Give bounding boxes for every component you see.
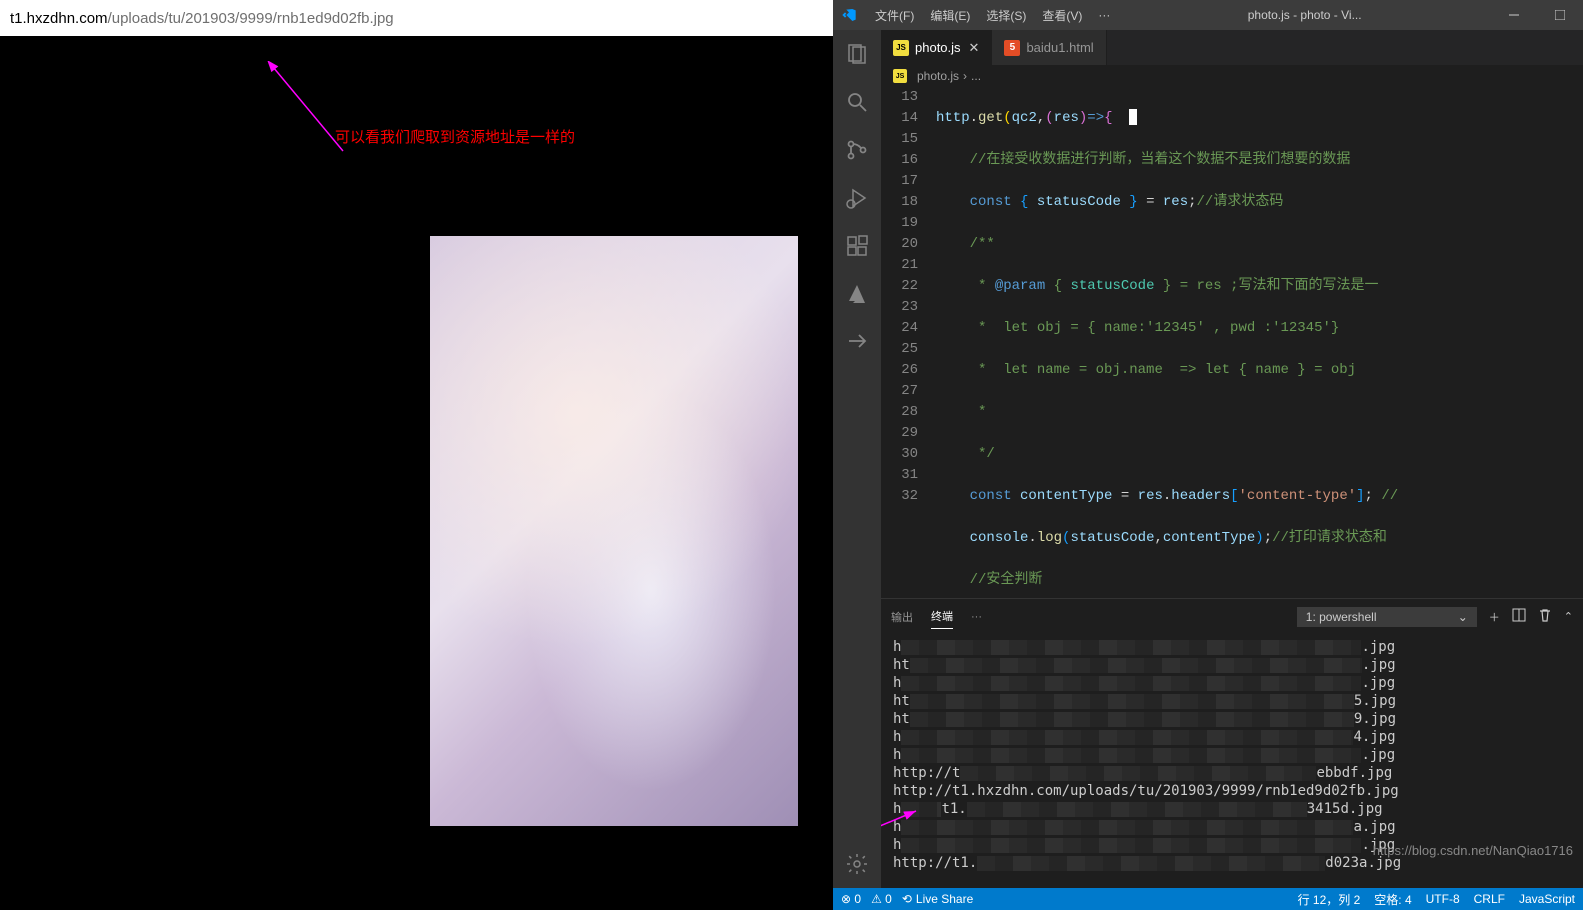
annotation-text: 可以看我们爬取到资源地址是一样的 (335, 126, 575, 147)
browser-panel: t1.hxzdhn.com/uploads/tu/201903/9999/rnb… (0, 0, 833, 910)
code-content: http.get(qc2,(res)=>{ //在接受收数据进行判断，当着这个数… (936, 87, 1583, 598)
image-content (430, 236, 798, 826)
chevron-down-icon: ⌄ (1458, 610, 1468, 624)
maximize-button[interactable] (1537, 0, 1583, 30)
menu-more[interactable]: ··· (1090, 8, 1118, 22)
js-file-icon: JS (893, 69, 907, 83)
extensions-icon[interactable] (833, 222, 881, 270)
breadcrumb-file: photo.js (917, 69, 959, 83)
terminal-selector-label: 1: powershell (1306, 610, 1377, 624)
kill-terminal-icon[interactable] (1538, 608, 1552, 625)
url-path: /uploads/tu/201903/9999/rnb1ed9d02fb.jpg (108, 10, 394, 27)
terminal-highlighted-url: http://t1.hxzdhn.com/uploads/tu/201903/9… (893, 783, 1399, 799)
terminal-selector[interactable]: 1: powershell ⌄ (1297, 607, 1477, 627)
terminal-output[interactable]: h.jpg ht.jpg h.jpg ht5.jpg ht9.jpg h4.jp… (881, 634, 1583, 888)
settings-icon[interactable] (833, 840, 881, 888)
code-editor[interactable]: 1314151617181920212223242526272829303132… (881, 87, 1583, 598)
window-controls (1491, 0, 1583, 30)
html-file-icon: 5 (1004, 40, 1020, 56)
js-file-icon: JS (893, 40, 909, 56)
debug-icon[interactable] (833, 174, 881, 222)
line-numbers: 1314151617181920212223242526272829303132 (881, 87, 936, 598)
watermark: https://blog.csdn.net/NanQiao1716 (1373, 842, 1573, 860)
source-control-icon[interactable] (833, 126, 881, 174)
panel: 输出 终端 ··· 1: powershell ⌄ ＋ ⌃ h.jpg (881, 598, 1583, 888)
panel-tab-terminal[interactable]: 终端 (931, 604, 953, 629)
editor-area: JS photo.js ✕ 5 baidu1.html JS photo.js … (881, 30, 1583, 888)
search-icon[interactable] (833, 78, 881, 126)
status-warnings[interactable]: ⚠ 0 (871, 892, 892, 906)
vscode-window: 文件(F) 编辑(E) 选择(S) 查看(V) ··· photo.js - p… (833, 0, 1583, 910)
tab-photo-js[interactable]: JS photo.js ✕ (881, 30, 992, 65)
title-bar: 文件(F) 编辑(E) 选择(S) 查看(V) ··· photo.js - p… (833, 0, 1583, 30)
status-errors[interactable]: ⊗ 0 (841, 892, 861, 906)
terminal-arrow (881, 805, 926, 835)
breadcrumb-more: ... (971, 69, 981, 83)
panel-tab-output[interactable]: 输出 (891, 605, 913, 629)
split-terminal-icon[interactable] (1512, 608, 1526, 625)
menu-file[interactable]: 文件(F) (867, 7, 922, 24)
status-liveshare[interactable]: ⟲ Live Share (902, 892, 973, 906)
menu-select[interactable]: 选择(S) (978, 7, 1034, 24)
status-eol[interactable]: CRLF (1474, 891, 1505, 908)
status-language[interactable]: JavaScript (1519, 891, 1575, 908)
panel-tabs: 输出 终端 ··· 1: powershell ⌄ ＋ ⌃ (881, 599, 1583, 634)
tab-label: baidu1.html (1026, 40, 1093, 55)
status-bar: ⊗ 0 ⚠ 0 ⟲ Live Share 行 12，列 2 空格: 4 UTF-… (833, 888, 1583, 910)
breadcrumb[interactable]: JS photo.js › ... (881, 65, 1583, 87)
tab-baidu-html[interactable]: 5 baidu1.html (992, 30, 1106, 65)
window-title: photo.js - photo - Vi... (1118, 8, 1491, 22)
explorer-icon[interactable] (833, 30, 881, 78)
menu-edit[interactable]: 编辑(E) (922, 7, 978, 24)
menu-view[interactable]: 查看(V) (1034, 7, 1090, 24)
new-terminal-icon[interactable]: ＋ (1489, 609, 1500, 625)
url-host: t1.hxzdhn.com (10, 10, 108, 27)
panel-tab-more[interactable]: ··· (971, 607, 982, 627)
azure-icon[interactable] (833, 270, 881, 318)
maximize-panel-icon[interactable]: ⌃ (1564, 610, 1573, 623)
activity-bar (833, 30, 881, 888)
url-bar[interactable]: t1.hxzdhn.com/uploads/tu/201903/9999/rnb… (0, 0, 833, 36)
status-encoding[interactable]: UTF-8 (1426, 891, 1460, 908)
browser-viewport: 可以看我们爬取到资源地址是一样的 (0, 36, 833, 910)
liveshare-activity-icon[interactable] (833, 318, 881, 366)
breadcrumb-sep: › (963, 69, 967, 83)
status-spaces[interactable]: 空格: 4 (1374, 891, 1411, 908)
vscode-logo-icon (841, 7, 857, 23)
close-icon[interactable]: ✕ (969, 40, 980, 56)
editor-tabs: JS photo.js ✕ 5 baidu1.html (881, 30, 1583, 65)
tab-label: photo.js (915, 40, 961, 55)
status-line-col[interactable]: 行 12，列 2 (1298, 891, 1361, 908)
minimize-button[interactable] (1491, 0, 1537, 30)
